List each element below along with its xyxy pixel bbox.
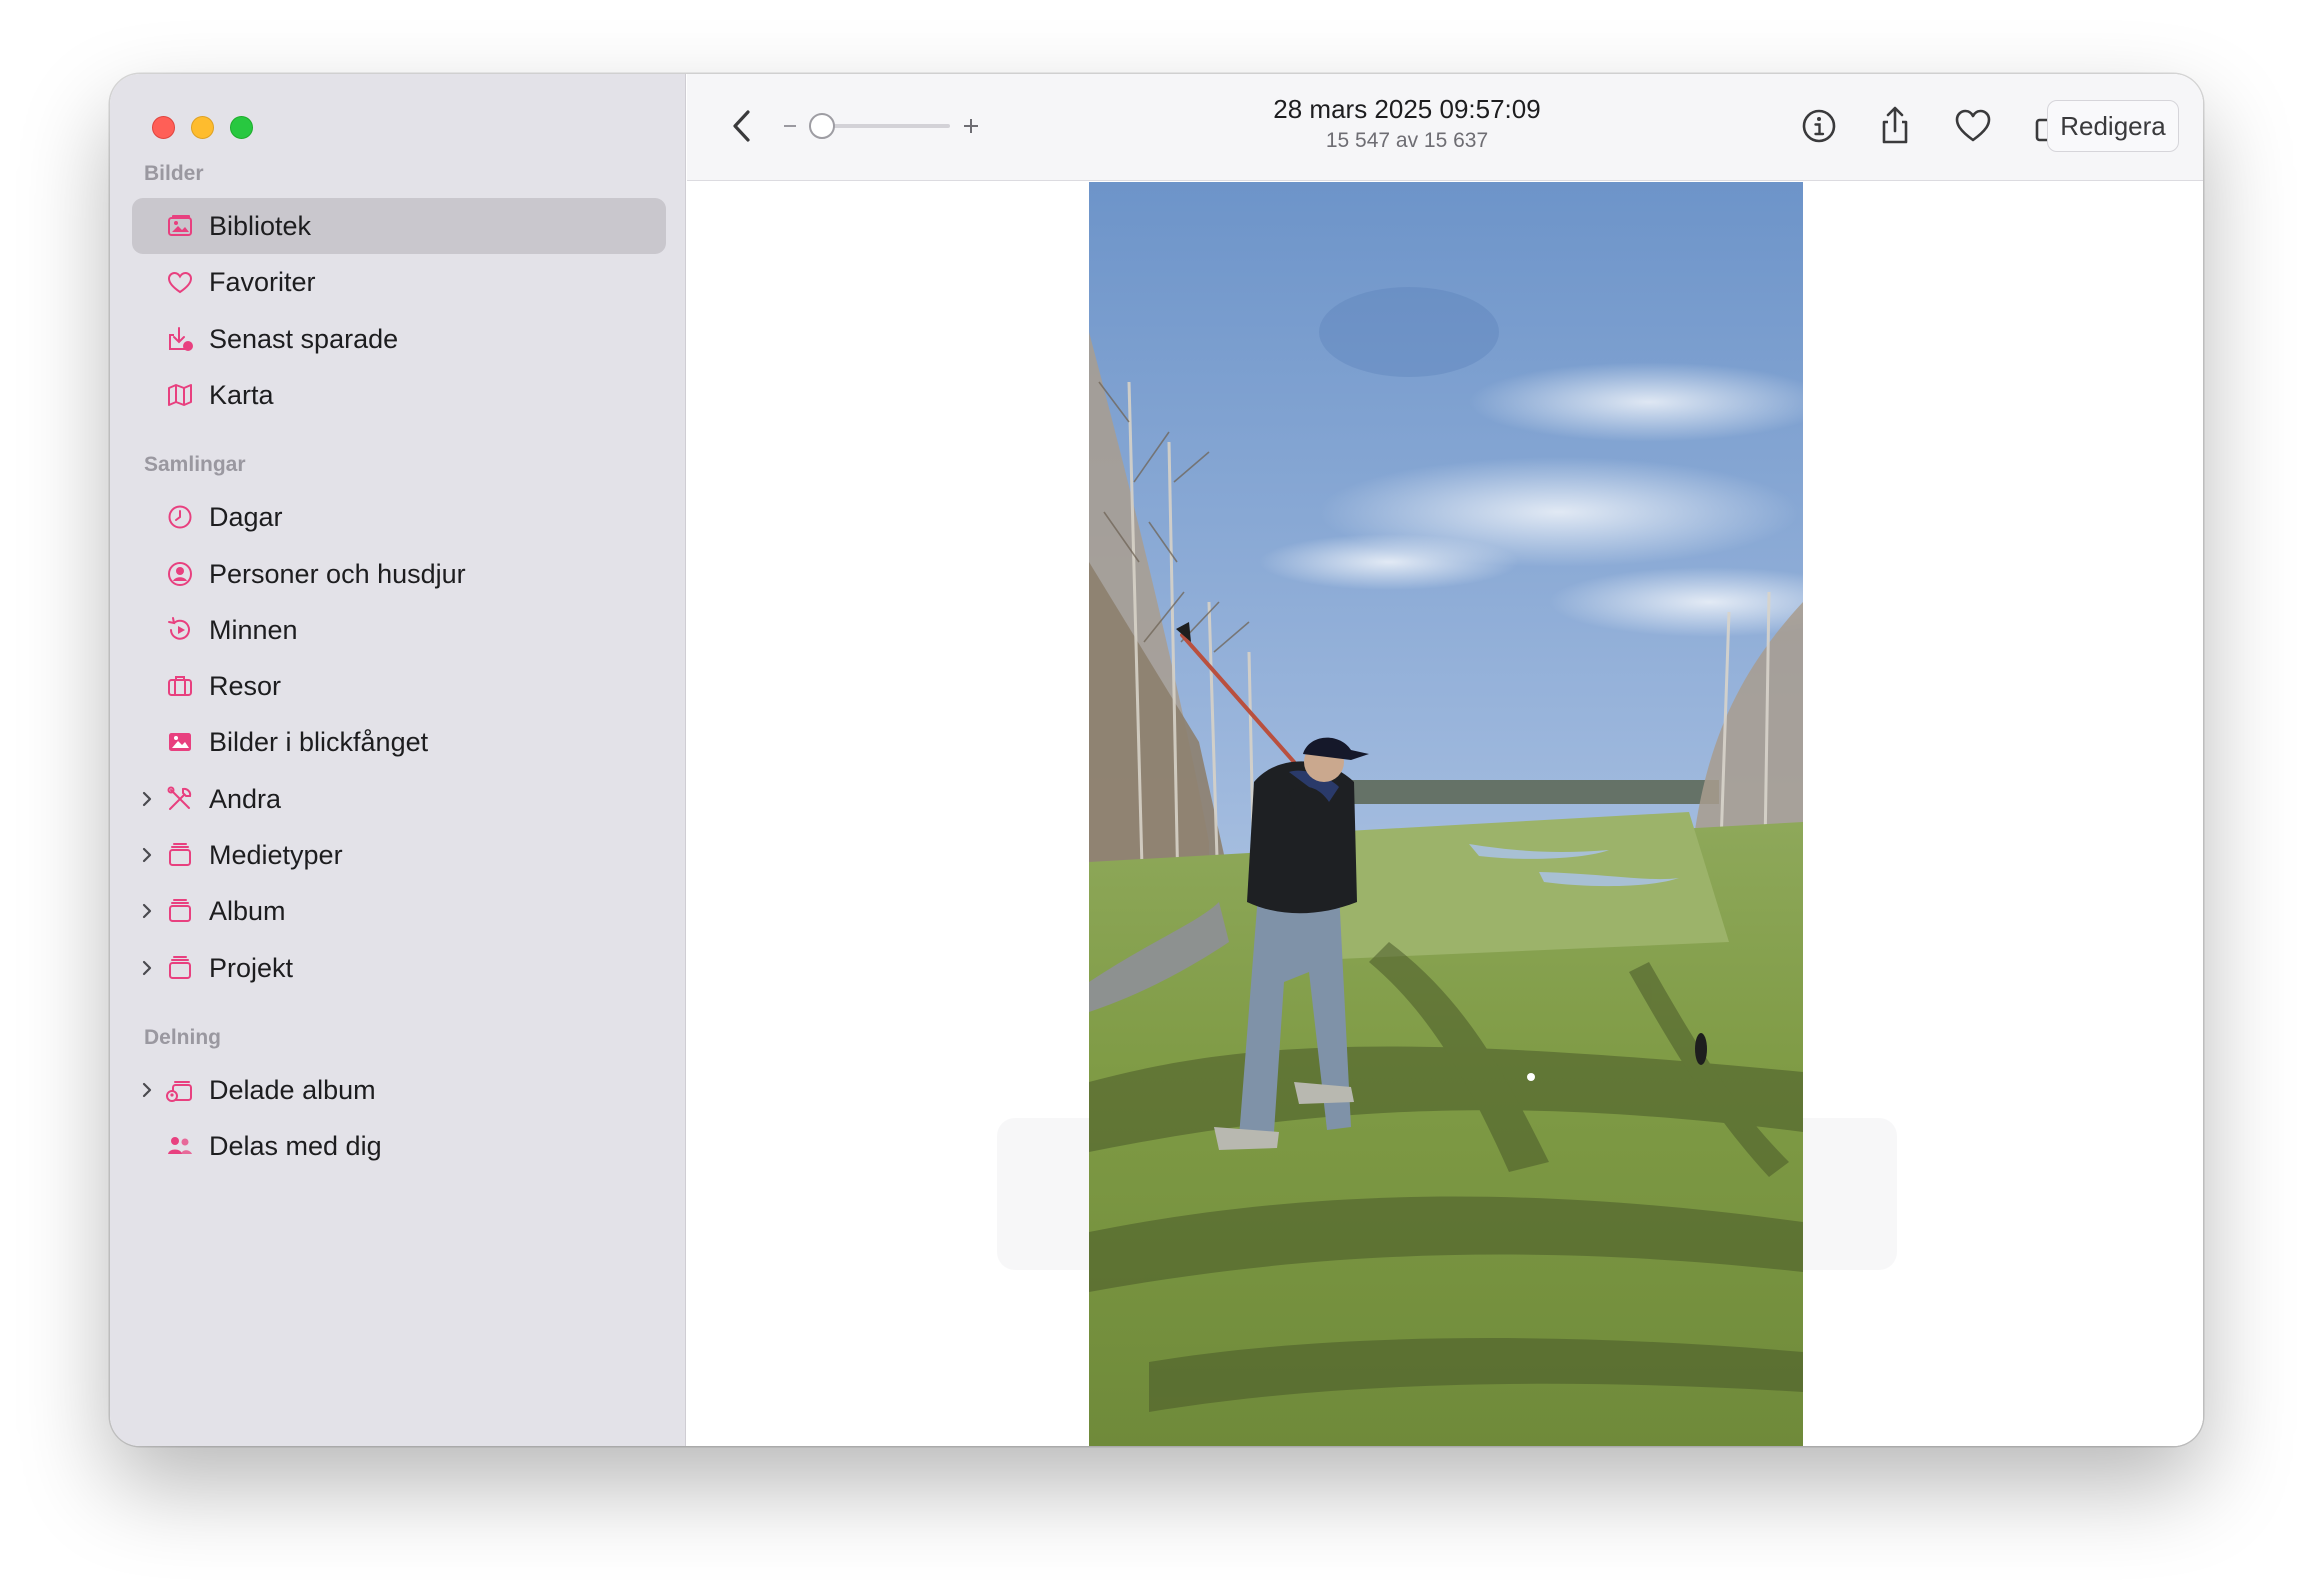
memories-icon (168, 616, 190, 640)
sidebar-item-label: Medietyper (209, 840, 343, 870)
sidebar-item-personer-och-husdjur[interactable]: Personer och husdjur (132, 546, 666, 602)
section-title-samlingar: Samlingar (144, 453, 246, 477)
section-title-delning: Delning (144, 1025, 221, 1049)
main-pane: 28 mars 2025 09:57:09 15 547 av 15 637 R… (687, 74, 2203, 1446)
sidebar-item-label: Minnen (209, 614, 298, 645)
back-chevron-icon[interactable] (717, 100, 769, 152)
sidebar-item-projekt[interactable]: Projekt (132, 940, 666, 996)
chevron-right-icon[interactable] (140, 845, 154, 865)
chevron-right-icon[interactable] (140, 958, 154, 978)
featured-photo-icon (169, 733, 191, 752)
photo-library-icon (168, 215, 192, 236)
stack-icon (169, 955, 191, 979)
shared-album-icon (166, 1080, 192, 1102)
sidebar-item-karta[interactable]: Karta (132, 367, 666, 423)
sidebar-item-andra[interactable]: Andra (132, 771, 666, 827)
sidebar-item-favoriter[interactable]: Favoriter (132, 254, 666, 310)
close-button[interactable] (152, 116, 175, 139)
sidebar-item-label: Dagar (209, 502, 283, 533)
traffic-lights (152, 116, 253, 139)
sidebar-item-label: Andra (209, 783, 282, 814)
info-icon[interactable] (1793, 100, 1845, 152)
photo-date: 28 mars 2025 09:57:09 (1273, 94, 1541, 124)
sidebar-item-label: Senast sparade (209, 323, 399, 354)
section-title-bilder: Bilder (144, 162, 204, 185)
sidebar-item-medietyper[interactable]: Medietyper (132, 827, 666, 883)
recently-saved-icon (169, 326, 193, 351)
photos-window: Bilder Bibliotek Favoriter Senast sparade Ka… (110, 74, 2203, 1446)
golf-swing-photo[interactable] (1089, 182, 1803, 1446)
chevron-right-icon[interactable] (140, 789, 154, 809)
heart-icon (167, 272, 193, 294)
sidebar-item-bilder-i-blickfånget[interactable]: Bilder i blickfånget (132, 714, 666, 770)
sidebar: Bilder Bibliotek Favoriter Senast sparade Ka… (110, 74, 686, 1446)
edit-button[interactable]: Redigera (2047, 100, 2179, 152)
chevron-right-icon[interactable] (140, 901, 154, 921)
sidebar-item-delade-album[interactable]: Delade album (132, 1062, 666, 1118)
zoom-slider[interactable] (782, 104, 982, 148)
sidebar-item-bibliotek[interactable]: Bibliotek (132, 198, 666, 254)
sidebar-item-label: Projekt (209, 952, 294, 983)
stack-icon (169, 843, 191, 866)
minimize-button[interactable] (191, 116, 214, 139)
map-icon (168, 383, 192, 406)
sidebar-item-delas-med-dig[interactable]: Delas med dig (132, 1118, 666, 1174)
zoom-button[interactable] (230, 116, 253, 139)
tools-icon (167, 786, 192, 810)
photo-viewer (687, 182, 2203, 1446)
sidebar-item-minnen[interactable]: Minnen (132, 602, 666, 658)
sidebar-item-senast-sparade[interactable]: Senast sparade (132, 311, 666, 367)
zoom-slider-knob[interactable] (809, 113, 835, 139)
share-icon[interactable] (1869, 100, 1921, 152)
sidebar-item-label: Album (209, 896, 286, 927)
sidebar-item-label: Personer och husdjur (209, 558, 466, 589)
sidebar-item-label: Delas med dig (209, 1131, 382, 1162)
photo-counter: 15 547 av 15 637 (1325, 129, 1489, 152)
sidebar-item-resor[interactable]: Resor (132, 658, 666, 714)
toolbar: 28 mars 2025 09:57:09 15 547 av 15 637 R… (687, 74, 2203, 181)
sidebar-item-album[interactable]: Album (132, 883, 666, 939)
clock-icon (168, 505, 192, 529)
favorite-heart-icon[interactable] (1947, 100, 1999, 152)
photo-title: 28 mars 2025 09:57:09 15 547 av 15 637 (1207, 94, 1607, 153)
stack-icon (169, 899, 191, 923)
sidebar-item-label: Favoriter (209, 267, 316, 298)
shared-with-you-icon (168, 1137, 192, 1155)
chevron-right-icon[interactable] (140, 1080, 154, 1100)
suitcase-icon (168, 676, 192, 697)
sidebar-item-label: Bilder i blickfånget (209, 727, 429, 758)
sidebar-item-label: Delade album (209, 1074, 376, 1105)
person-circle-icon (168, 561, 192, 586)
sidebar-item-label: Bibliotek (209, 211, 312, 241)
sidebar-item-label: Resor (209, 671, 282, 702)
sidebar-item-dagar[interactable]: Dagar (132, 489, 666, 545)
sidebar-item-label: Karta (209, 379, 274, 410)
